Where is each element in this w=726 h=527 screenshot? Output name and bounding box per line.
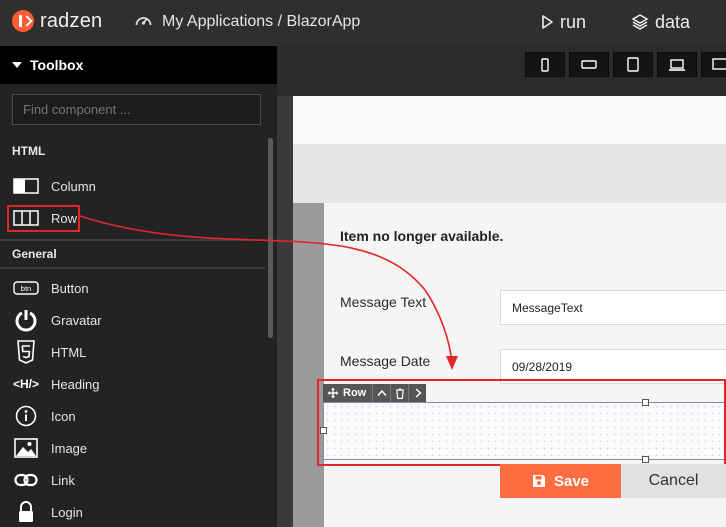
radzen-ide: radzen My Applications / BlazorApp run d…: [0, 0, 726, 527]
drag-arrow-annotation: [79, 215, 458, 370]
